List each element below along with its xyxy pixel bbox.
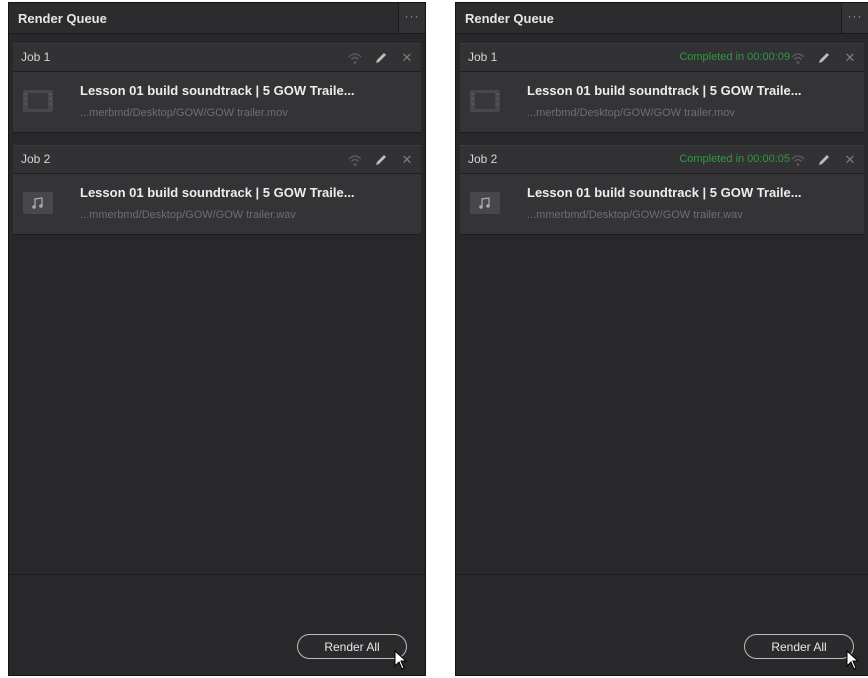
remote-render-icon[interactable] xyxy=(790,152,806,168)
job-output-path: ...merbmd/Desktop/GOW/GOW trailer.mov xyxy=(80,107,288,119)
mouse-pointer-icon xyxy=(394,650,408,670)
panel-title: Render Queue xyxy=(465,11,554,26)
job-name: Job 1 xyxy=(21,50,51,64)
footer-divider xyxy=(456,574,868,575)
job-actions: ✕ xyxy=(790,146,858,173)
job-output-path: ...mmerbmd/Desktop/GOW/GOW trailer.wav xyxy=(527,209,743,221)
render-all-button[interactable]: Render All xyxy=(744,634,854,659)
render-queue-panel: Render Queue ··· Job 1 ✕ Lesson 01 build… xyxy=(8,2,426,676)
job-header[interactable]: Job 1 ✕ xyxy=(13,43,421,72)
job-actions: ✕ xyxy=(347,146,415,173)
job-actions: ✕ xyxy=(790,44,858,71)
panel-header: Render Queue ··· xyxy=(9,3,425,34)
job-clip-title: Lesson 01 build soundtrack | 5 GOW Trail… xyxy=(527,83,802,98)
job-item[interactable]: Lesson 01 build soundtrack | 5 GOW Trail… xyxy=(13,174,421,235)
mouse-pointer-icon xyxy=(846,650,860,670)
job-status: Completed in 00:00:09 xyxy=(679,51,790,63)
panel-header: Render Queue ··· xyxy=(456,3,868,34)
edit-pencil-icon[interactable] xyxy=(816,152,832,168)
job-item[interactable]: Lesson 01 build soundtrack | 5 GOW Trail… xyxy=(460,174,864,235)
job-header[interactable]: Job 2 ✕ xyxy=(13,145,421,174)
job-output-path: ...mmerbmd/Desktop/GOW/GOW trailer.wav xyxy=(80,209,296,221)
job-clip-title: Lesson 01 build soundtrack | 5 GOW Trail… xyxy=(80,185,355,200)
options-menu-button[interactable]: ··· xyxy=(841,3,868,33)
options-menu-button[interactable]: ··· xyxy=(398,3,425,33)
remote-render-icon[interactable] xyxy=(790,50,806,66)
job-status: Completed in 00:00:05 xyxy=(679,153,790,165)
job-actions: ✕ xyxy=(347,44,415,71)
job-clip-title: Lesson 01 build soundtrack | 5 GOW Trail… xyxy=(527,185,802,200)
job-header[interactable]: Job 1 Completed in 00:00:09 ✕ xyxy=(460,43,864,72)
remote-render-icon[interactable] xyxy=(347,152,363,168)
edit-pencil-icon[interactable] xyxy=(816,50,832,66)
film-strip-icon xyxy=(23,90,53,112)
job-item[interactable]: Lesson 01 build soundtrack | 5 GOW Trail… xyxy=(460,72,864,133)
remote-render-icon[interactable] xyxy=(347,50,363,66)
render-all-button[interactable]: Render All xyxy=(297,634,407,659)
edit-pencil-icon[interactable] xyxy=(373,50,389,66)
job-header[interactable]: Job 2 Completed in 00:00:05 ✕ xyxy=(460,145,864,174)
close-icon[interactable]: ✕ xyxy=(399,152,415,168)
edit-pencil-icon[interactable] xyxy=(373,152,389,168)
job-clip-title: Lesson 01 build soundtrack | 5 GOW Trail… xyxy=(80,83,355,98)
music-note-icon xyxy=(470,192,500,214)
footer-divider xyxy=(9,574,425,575)
close-icon[interactable]: ✕ xyxy=(399,50,415,66)
film-strip-icon xyxy=(470,90,500,112)
close-icon[interactable]: ✕ xyxy=(842,152,858,168)
job-item[interactable]: Lesson 01 build soundtrack | 5 GOW Trail… xyxy=(13,72,421,133)
job-name: Job 1 xyxy=(468,50,498,64)
panel-title: Render Queue xyxy=(18,11,107,26)
render-queue-panel: Render Queue ··· Job 1 Completed in 00:0… xyxy=(455,2,868,676)
close-icon[interactable]: ✕ xyxy=(842,50,858,66)
music-note-icon xyxy=(23,192,53,214)
job-name: Job 2 xyxy=(468,152,498,166)
job-output-path: ...merbmd/Desktop/GOW/GOW trailer.mov xyxy=(527,107,735,119)
job-name: Job 2 xyxy=(21,152,51,166)
